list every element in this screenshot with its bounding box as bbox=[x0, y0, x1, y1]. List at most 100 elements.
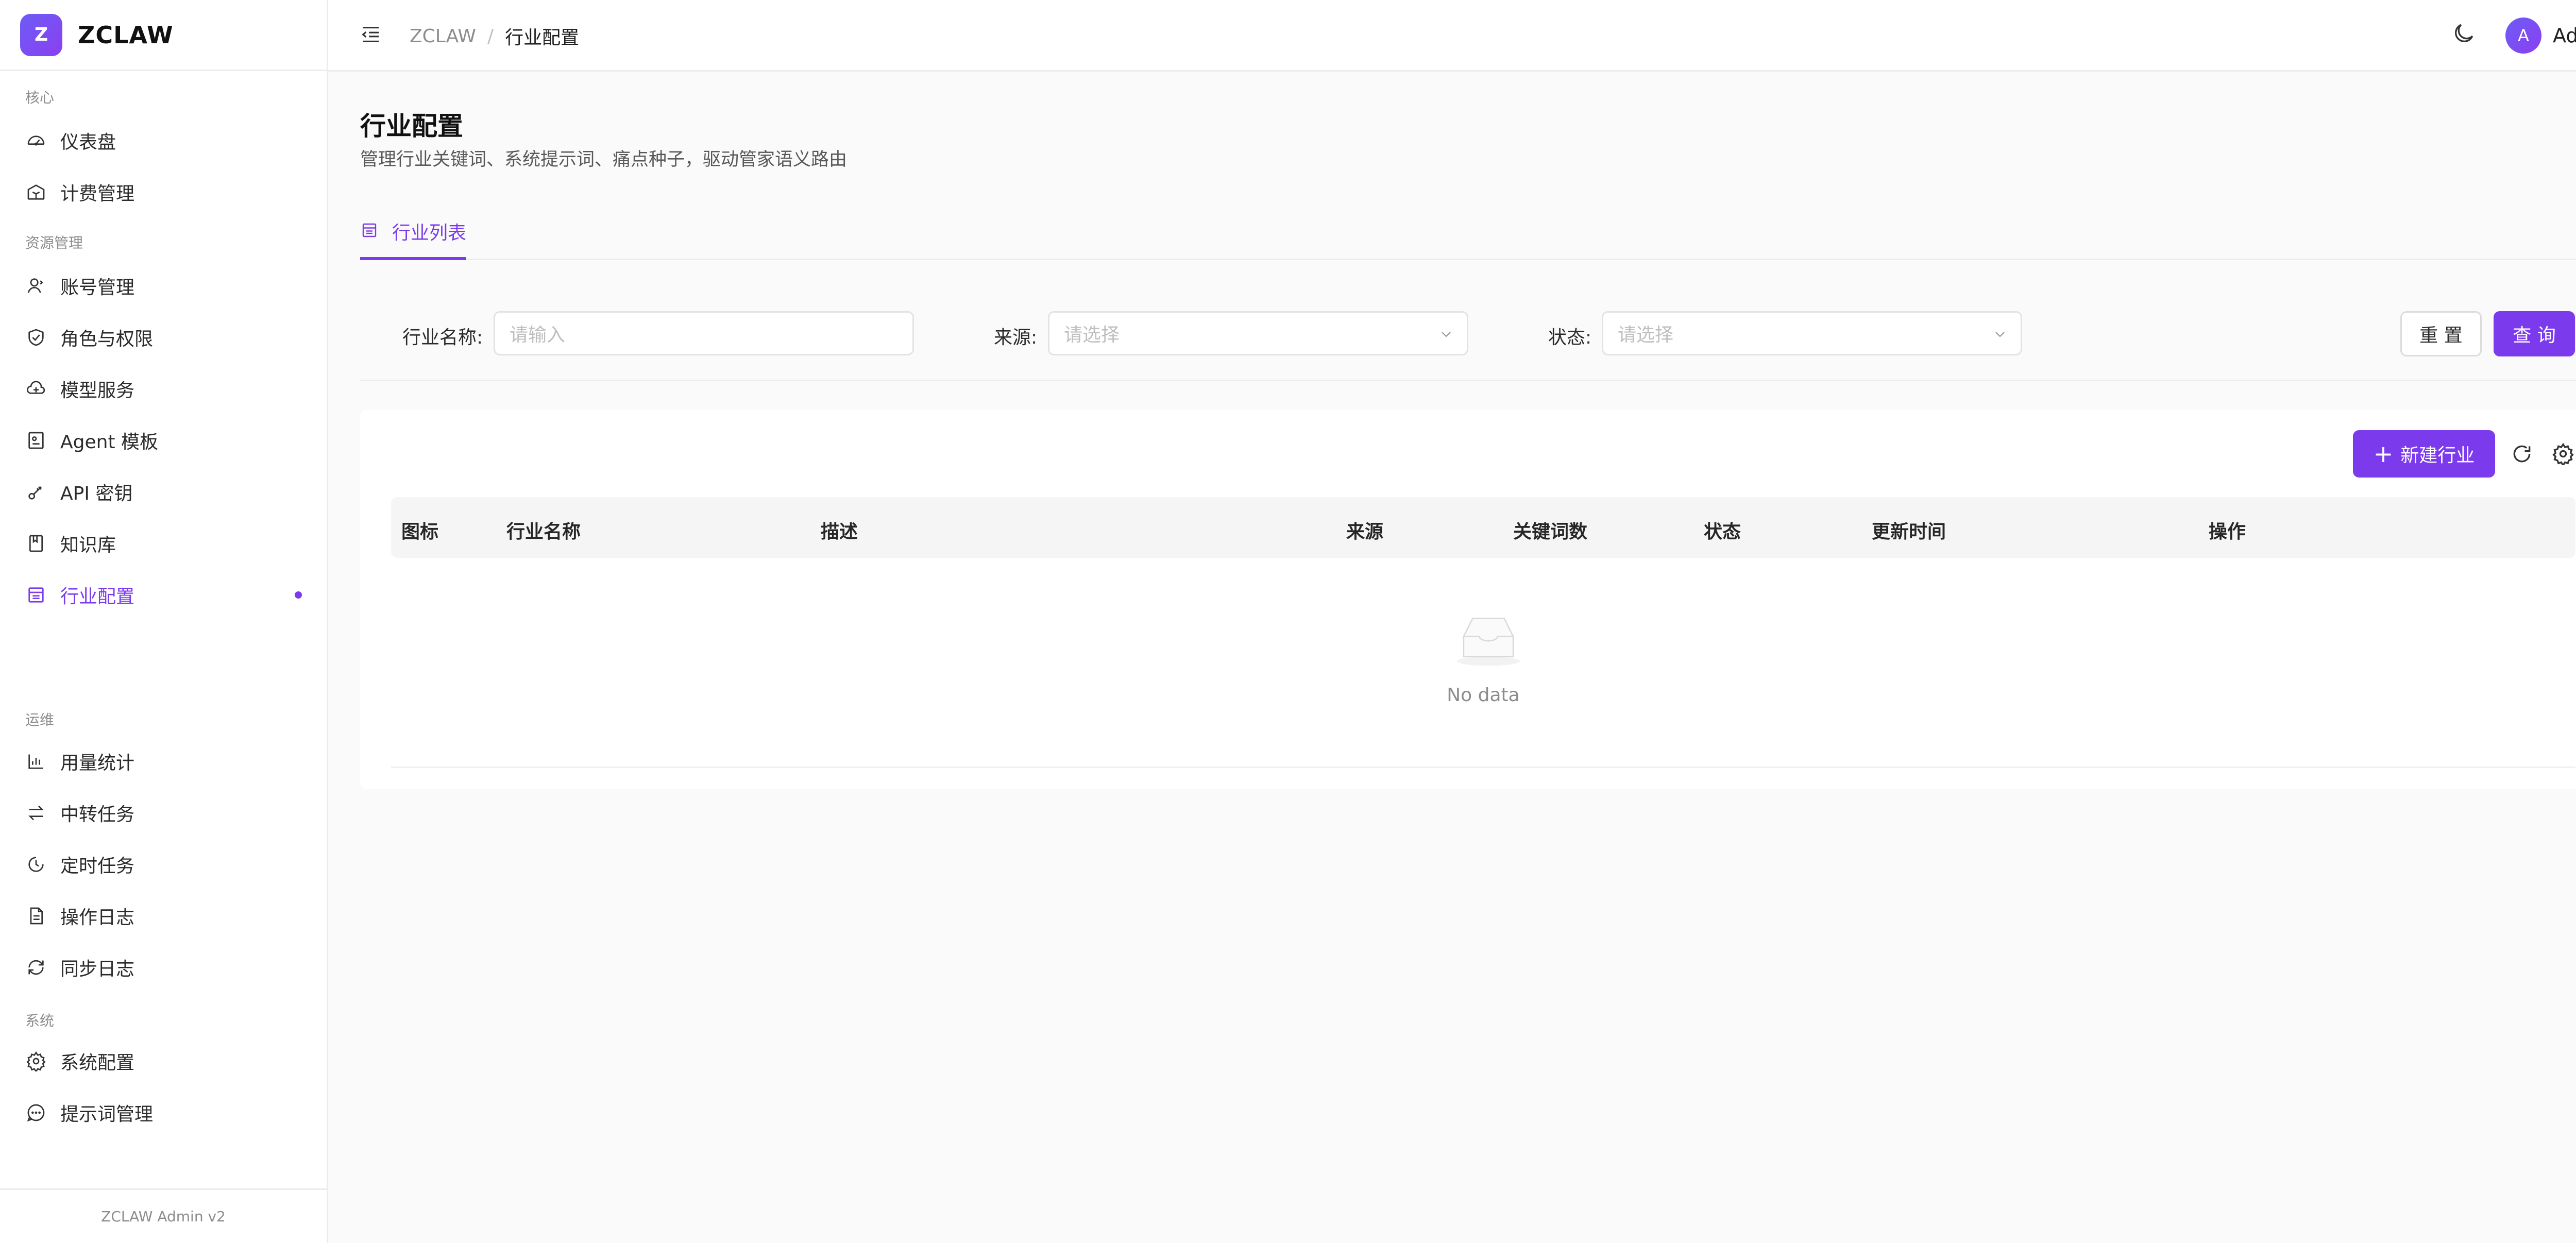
sidebar-item-roles[interactable]: 角色与权限 bbox=[0, 313, 327, 362]
column-header-actions: 操作 bbox=[2209, 521, 2246, 542]
new-industry-label: 新建行业 bbox=[2400, 445, 2475, 466]
source-label: 来源: bbox=[994, 327, 1038, 348]
industry-name-placeholder: 请输入 bbox=[510, 325, 566, 346]
refresh-icon[interactable] bbox=[2511, 442, 2533, 465]
table-card: + 新建行业 图标 行业名称 描述 来源 关键词数 状态 更新时间 操作 No … bbox=[360, 410, 2576, 789]
column-header-keyword-count: 关键词数 bbox=[1513, 521, 1588, 542]
page-description: 管理行业关键词、系统提示词、痛点种子，驱动管家语义路由 bbox=[360, 149, 848, 170]
sidebar-item-models[interactable]: 模型服务 bbox=[0, 364, 327, 414]
avatar: A bbox=[2505, 18, 2541, 54]
industry-name-input[interactable]: 请输入 bbox=[494, 311, 914, 355]
billing-icon bbox=[25, 181, 47, 203]
settings-icon[interactable] bbox=[2552, 442, 2574, 465]
clock-icon bbox=[25, 854, 47, 875]
breadcrumb-current: 行业配置 bbox=[505, 27, 580, 48]
sidebar-item-usage-stats[interactable]: 用量统计 bbox=[0, 737, 327, 786]
tab-industry-list[interactable]: 行业列表 bbox=[360, 216, 467, 260]
sidebar-item-scheduled-tasks[interactable]: 定时任务 bbox=[0, 840, 327, 889]
sidebar-item-industry-config[interactable]: 行业配置 bbox=[0, 570, 327, 620]
sidebar-item-api-keys[interactable]: API 密钥 bbox=[0, 467, 327, 517]
plus-icon: + bbox=[2373, 440, 2394, 468]
empty-inbox-icon bbox=[1456, 618, 1520, 666]
chevron-down-icon bbox=[1442, 332, 1451, 337]
message-icon bbox=[25, 1102, 47, 1123]
section-label-system: 系统 bbox=[25, 1012, 55, 1029]
brand[interactable]: Z ZCLAW bbox=[0, 0, 327, 71]
sidebar-footer: ZCLAW Admin v2 bbox=[0, 1188, 327, 1243]
dashboard-icon bbox=[25, 130, 47, 151]
store-icon bbox=[25, 584, 47, 606]
sidebar-item-label: 知识库 bbox=[60, 535, 116, 556]
user-menu[interactable]: A Admin bbox=[2505, 18, 2576, 54]
cloud-icon bbox=[25, 378, 47, 400]
file-text-icon bbox=[25, 905, 47, 927]
sidebar-item-label: 模型服务 bbox=[60, 380, 135, 401]
status-placeholder: 请选择 bbox=[1618, 325, 1674, 346]
top-header: ZCLAW / 行业配置 A Admin bbox=[328, 0, 2576, 72]
brand-logo: Z bbox=[20, 13, 62, 56]
new-industry-button[interactable]: + 新建行业 bbox=[2353, 430, 2495, 478]
bar-chart-icon bbox=[25, 751, 47, 772]
reset-button[interactable]: 重 置 bbox=[2400, 311, 2482, 356]
swap-icon bbox=[25, 802, 47, 824]
column-header-description: 描述 bbox=[821, 521, 858, 542]
menu-collapse-icon[interactable] bbox=[359, 23, 383, 46]
empty-text: No data bbox=[1447, 685, 1520, 706]
tab-label: 行业列表 bbox=[392, 223, 467, 244]
sidebar-item-label: 账号管理 bbox=[60, 277, 135, 298]
column-header-updated-at: 更新时间 bbox=[1872, 521, 1946, 542]
status-label: 状态: bbox=[1548, 327, 1592, 348]
sidebar-item-label: 角色与权限 bbox=[60, 329, 154, 350]
column-header-status: 状态 bbox=[1704, 521, 1741, 542]
store-icon bbox=[360, 221, 379, 242]
sidebar-item-label: 定时任务 bbox=[60, 856, 135, 877]
sidebar-item-dashboard[interactable]: 仪表盘 bbox=[0, 116, 327, 165]
sidebar-item-prompt-management[interactable]: 提示词管理 bbox=[0, 1088, 327, 1137]
sidebar-item-label: 行业配置 bbox=[60, 586, 135, 607]
sidebar-item-billing[interactable]: 计费管理 bbox=[0, 167, 327, 217]
sync-icon bbox=[25, 957, 47, 978]
brand-name: ZCLAW bbox=[78, 21, 174, 49]
sidebar-item-label: 提示词管理 bbox=[60, 1104, 154, 1125]
sidebar-item-sync-logs[interactable]: 同步日志 bbox=[0, 943, 327, 992]
sidebar: Z ZCLAW 核心 仪表盘 计费管理 资源管理 账号管理 角色与权限 模型服务… bbox=[0, 0, 328, 1243]
users-icon bbox=[25, 275, 47, 297]
sidebar-item-label: 仪表盘 bbox=[60, 132, 116, 153]
shield-icon bbox=[25, 327, 47, 348]
industry-table: 图标 行业名称 描述 来源 关键词数 状态 更新时间 操作 No data bbox=[391, 497, 2575, 768]
query-button[interactable]: 查 询 bbox=[2494, 311, 2575, 356]
sidebar-item-operation-logs[interactable]: 操作日志 bbox=[0, 891, 327, 941]
filter-form: 行业名称: 请输入 来源: 请选择 状态: 请选择 重 置 查 询 bbox=[360, 288, 2576, 381]
sidebar-item-relay-tasks[interactable]: 中转任务 bbox=[0, 788, 327, 838]
book-icon bbox=[25, 533, 47, 554]
breadcrumb-root[interactable]: ZCLAW bbox=[410, 26, 476, 47]
column-header-source: 来源 bbox=[1346, 521, 1384, 542]
sidebar-item-label: 操作日志 bbox=[60, 907, 135, 928]
empty-state: No data bbox=[391, 558, 2575, 768]
sidebar-item-accounts[interactable]: 账号管理 bbox=[0, 261, 327, 311]
sidebar-item-label: 用量统计 bbox=[60, 753, 135, 774]
page-title: 行业配置 bbox=[360, 111, 463, 141]
source-select[interactable]: 请选择 bbox=[1048, 311, 1468, 355]
app-root: Z ZCLAW 核心 仪表盘 计费管理 资源管理 账号管理 角色与权限 模型服务… bbox=[0, 0, 2576, 1243]
agent-template-icon bbox=[25, 430, 47, 451]
moon-icon[interactable] bbox=[2451, 21, 2477, 46]
section-label-resources: 资源管理 bbox=[25, 234, 83, 251]
table-header: 图标 行业名称 描述 来源 关键词数 状态 更新时间 操作 bbox=[391, 497, 2575, 558]
sidebar-item-system-config[interactable]: 系统配置 bbox=[0, 1036, 327, 1086]
sidebar-item-label: 系统配置 bbox=[60, 1052, 135, 1074]
source-placeholder: 请选择 bbox=[1064, 325, 1120, 346]
chevron-down-icon bbox=[1995, 332, 2005, 337]
sidebar-item-agent-templates[interactable]: Agent 模板 bbox=[0, 416, 327, 465]
sidebar-item-label: 中转任务 bbox=[60, 804, 135, 825]
section-label-ops: 运维 bbox=[25, 711, 55, 728]
gear-icon bbox=[25, 1050, 47, 1072]
column-header-name: 行业名称 bbox=[506, 521, 581, 542]
sidebar-item-knowledge-base[interactable]: 知识库 bbox=[0, 519, 327, 568]
sidebar-item-label: 计费管理 bbox=[60, 183, 135, 205]
main-content: 行业配置 管理行业关键词、系统提示词、痛点种子，驱动管家语义路由 行业列表 行业… bbox=[328, 72, 2576, 1243]
sidebar-item-label: Agent 模板 bbox=[60, 432, 159, 453]
industry-name-label: 行业名称: bbox=[402, 327, 483, 348]
status-select[interactable]: 请选择 bbox=[1602, 311, 2022, 355]
tabs: 行业列表 bbox=[360, 216, 2576, 260]
